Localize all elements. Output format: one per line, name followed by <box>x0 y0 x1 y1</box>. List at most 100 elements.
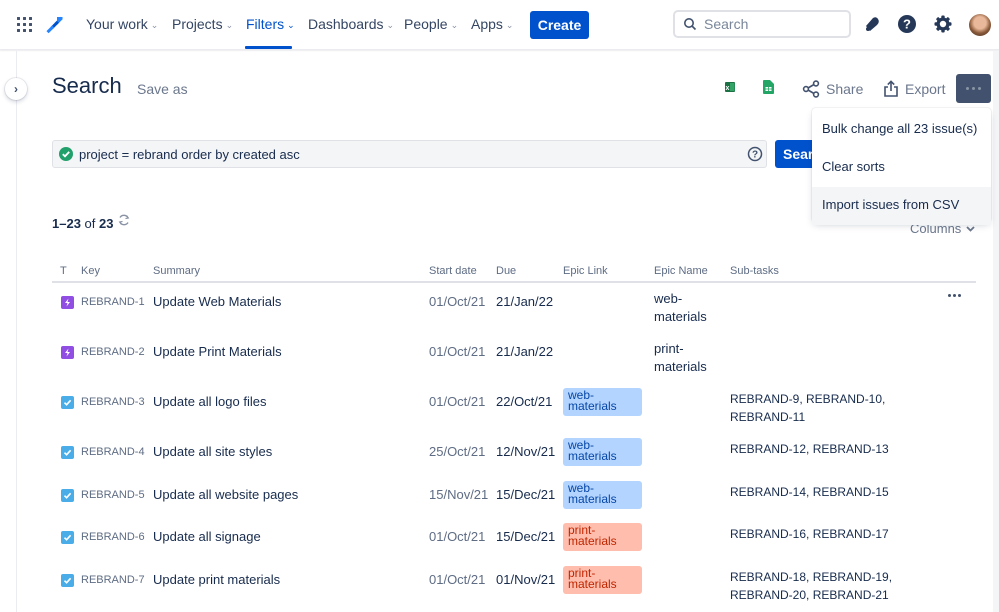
issue-summary[interactable]: Update Web Materials <box>153 294 281 309</box>
issue-key[interactable]: REBRAND-2 <box>81 346 145 358</box>
issue-start-date: 01/Oct/21 <box>429 344 486 359</box>
row-actions-button[interactable] <box>948 294 961 297</box>
share-icon <box>802 80 820 98</box>
results-range: 1–23 <box>52 216 81 231</box>
nav-filters[interactable]: Filters ⌄ <box>246 16 295 32</box>
share-label: Share <box>826 81 864 97</box>
issue-summary[interactable]: Update print materials <box>153 572 280 587</box>
google-sheets-icon[interactable] <box>763 80 774 94</box>
task-type-icon <box>61 574 74 587</box>
issue-key[interactable]: REBRAND-4 <box>81 446 145 458</box>
more-dot-icon <box>948 294 951 297</box>
jira-logo-icon[interactable] <box>45 15 65 35</box>
col-header-key[interactable]: Key <box>81 265 100 277</box>
page-scrollbar[interactable] <box>993 51 999 612</box>
issue-subtasks[interactable]: REBRAND-9, REBRAND-10, REBRAND-11 <box>730 390 900 426</box>
menu-item-import-csv[interactable]: Import issues from CSV <box>812 187 991 225</box>
more-actions-menu: Bulk change all 23 issue(s) Clear sorts … <box>812 108 991 225</box>
issue-subtasks[interactable]: REBRAND-18, REBRAND-19, REBRAND-20, REBR… <box>730 568 900 604</box>
chevron-down-icon: ⌄ <box>225 19 234 30</box>
search-input[interactable] <box>704 16 844 32</box>
sidebar-rail <box>16 51 17 612</box>
epic-link-lozenge[interactable]: print-materials <box>563 523 642 551</box>
epic-link-lozenge[interactable]: web-materials <box>563 438 642 466</box>
issue-subtasks[interactable]: REBRAND-12, REBRAND-13 <box>730 440 900 458</box>
chevron-down-icon: ⌄ <box>386 19 395 30</box>
issue-summary[interactable]: Update all site styles <box>153 444 272 459</box>
issue-due-date: 22/Oct/21 <box>496 394 553 409</box>
app-switcher-icon[interactable] <box>17 17 32 32</box>
epic-link-lozenge[interactable]: web-materials <box>563 388 642 416</box>
nav-apps[interactable]: Apps ⌄ <box>471 16 513 32</box>
more-dot-icon <box>972 87 975 90</box>
more-actions-button[interactable] <box>956 74 991 103</box>
nav-your-work[interactable]: Your work ⌄ <box>86 16 158 32</box>
issue-subtasks[interactable]: REBRAND-16, REBRAND-17 <box>730 525 900 543</box>
issue-key[interactable]: REBRAND-6 <box>81 531 145 543</box>
nav-projects[interactable]: Projects ⌄ <box>172 16 233 32</box>
issue-key[interactable]: REBRAND-3 <box>81 396 145 408</box>
epic-link-lozenge[interactable]: web-materials <box>563 481 642 509</box>
issue-due-date: 01/Nov/21 <box>496 572 556 587</box>
issues-table-header: T Key Summary Start date Due Epic Link E… <box>52 263 976 283</box>
issue-summary[interactable]: Update Print Materials <box>153 344 282 359</box>
col-header-epic-link[interactable]: Epic Link <box>563 265 608 277</box>
epic-link-lozenge[interactable]: print-materials <box>563 566 642 594</box>
issue-subtasks[interactable]: REBRAND-14, REBRAND-15 <box>730 483 900 501</box>
share-button[interactable]: Share <box>802 80 863 98</box>
save-as-link[interactable]: Save as <box>137 81 188 97</box>
issue-due-date: 15/Dec/21 <box>496 529 556 544</box>
notifications-bell-icon[interactable] <box>862 14 882 34</box>
global-search[interactable] <box>673 10 851 38</box>
col-header-subtasks[interactable]: Sub-tasks <box>730 265 779 277</box>
issue-summary[interactable]: Update all signage <box>153 529 261 544</box>
search-icon <box>684 18 697 31</box>
more-dot-icon <box>953 294 956 297</box>
nav-people[interactable]: People ⌄ <box>404 16 458 32</box>
issue-summary[interactable]: Update all website pages <box>153 487 298 502</box>
svg-text:x: x <box>726 85 730 92</box>
more-dot-icon <box>966 87 969 90</box>
top-navigation: Your work ⌄ Projects ⌄ Filters ⌄ Dashboards… <box>0 0 999 50</box>
nav-label: Your work <box>86 16 148 32</box>
issue-start-date: 01/Oct/21 <box>429 529 486 544</box>
svg-text:?: ? <box>903 17 911 32</box>
col-header-summary[interactable]: Summary <box>153 265 200 277</box>
nav-label: Apps <box>471 16 503 32</box>
export-button[interactable]: Export <box>883 80 945 98</box>
issue-key[interactable]: REBRAND-5 <box>81 489 145 501</box>
settings-gear-icon[interactable] <box>933 14 953 34</box>
issue-summary[interactable]: Update all logo files <box>153 394 266 409</box>
jql-query-text[interactable]: project = rebrand order by created asc <box>79 147 300 162</box>
create-button[interactable]: Create <box>530 11 589 39</box>
menu-item-bulk-change[interactable]: Bulk change all 23 issue(s) <box>812 111 991 149</box>
nav-label: People <box>404 16 448 32</box>
nav-label: Projects <box>172 16 223 32</box>
user-avatar[interactable] <box>969 14 991 36</box>
col-header-start-date[interactable]: Start date <box>429 265 477 277</box>
col-header-epic-name[interactable]: Epic Name <box>654 265 708 277</box>
svg-text:?: ? <box>752 150 758 161</box>
epic-type-icon <box>61 296 74 309</box>
col-header-type[interactable]: T <box>60 265 67 277</box>
nav-dashboards[interactable]: Dashboards ⌄ <box>308 16 394 32</box>
issue-key[interactable]: REBRAND-7 <box>81 574 145 586</box>
results-total: 23 <box>99 216 114 231</box>
issue-start-date: 25/Oct/21 <box>429 444 486 459</box>
refresh-icon[interactable] <box>117 213 131 227</box>
issue-key[interactable]: REBRAND-1 <box>81 296 145 308</box>
chevron-down-icon: ⌄ <box>150 19 159 30</box>
expand-sidebar-button[interactable]: › <box>5 78 27 100</box>
col-header-due[interactable]: Due <box>496 265 516 277</box>
chevron-down-icon: ⌄ <box>505 19 514 30</box>
menu-item-clear-sorts[interactable]: Clear sorts <box>812 149 991 187</box>
issue-due-date: 15/Dec/21 <box>496 487 556 502</box>
more-dot-icon <box>958 294 961 297</box>
nav-label: Filters <box>246 16 285 32</box>
issue-due-date: 12/Nov/21 <box>496 444 556 459</box>
issue-start-date: 15/Nov/21 <box>429 487 489 502</box>
syntax-help-icon[interactable]: ? <box>747 146 763 162</box>
jql-query-field[interactable]: project = rebrand order by created asc ? <box>52 140 767 168</box>
help-icon[interactable]: ? <box>897 14 917 34</box>
excel-icon[interactable]: x <box>724 81 736 93</box>
